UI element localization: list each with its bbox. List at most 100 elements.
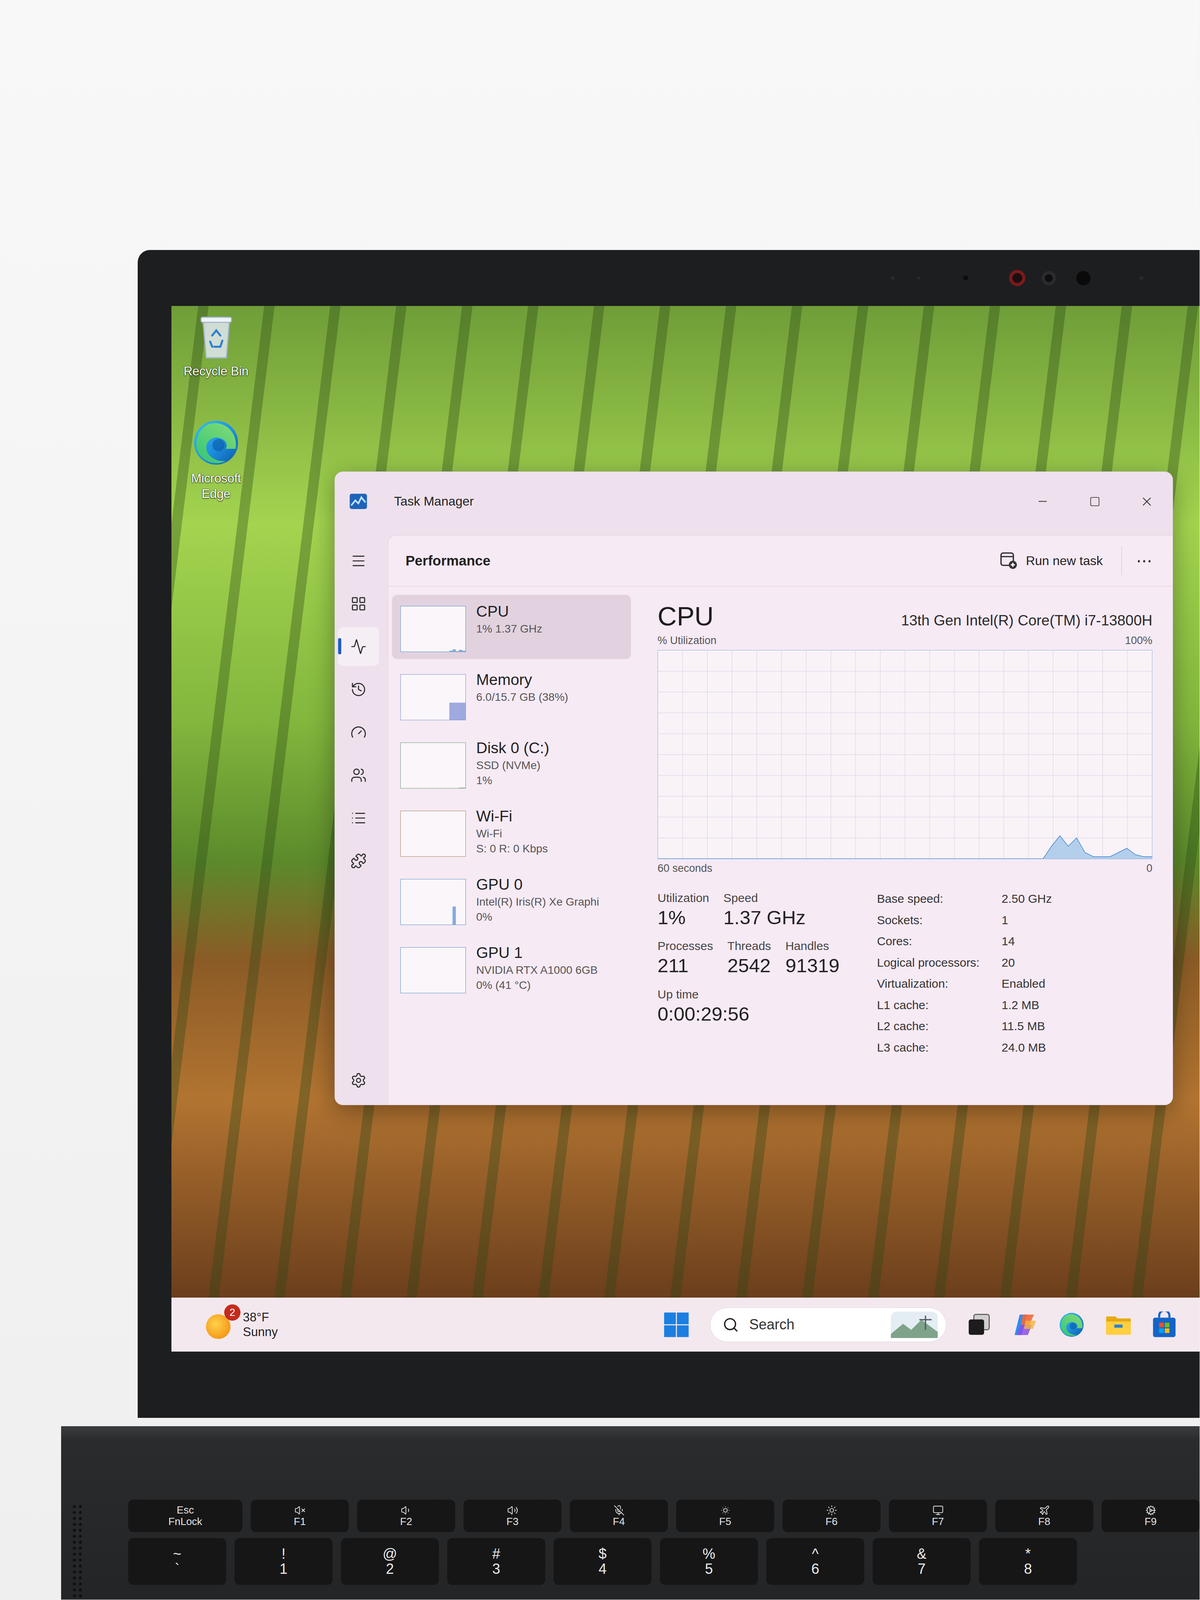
app-history-icon[interactable] (350, 681, 367, 698)
mini-graph-bar (455, 702, 460, 720)
minimize-button[interactable] (1016, 471, 1069, 531)
mini-graph-bar (436, 924, 440, 925)
function-key[interactable]: F3 (463, 1499, 562, 1533)
key-top-label: & (916, 1546, 927, 1562)
more-button[interactable]: ⋯ (1130, 551, 1159, 571)
mini-graph-bar (446, 719, 450, 720)
copilot-icon[interactable] (1011, 1311, 1039, 1339)
processes-icon[interactable] (350, 595, 367, 612)
camera-dot (1041, 271, 1056, 286)
mini-graph-bar (462, 992, 466, 993)
stat-row: Processes211Threads2542Handles91319 (657, 938, 867, 978)
number-key[interactable]: !1 (234, 1538, 333, 1585)
function-key[interactable]: F2 (357, 1499, 456, 1533)
mini-graph-bar (455, 651, 460, 652)
weather-widget[interactable]: 238°FSunny (171, 1309, 664, 1340)
device-item[interactable]: GPU 0Intel(R) Iris(R) Xe Graphi0% (392, 867, 631, 933)
key-top-label: # (492, 1546, 500, 1562)
number-key[interactable]: ^6 (766, 1538, 865, 1585)
desktop-icon[interactable]: Microsoft Edge (177, 418, 255, 502)
function-key[interactable]: F1 (250, 1499, 349, 1533)
stat: Processes211 (657, 938, 714, 978)
recycle-bin-icon[interactable] (194, 311, 238, 360)
nav-item[interactable] (338, 669, 379, 709)
number-key[interactable]: @2 (340, 1538, 439, 1585)
nav-item[interactable] (338, 626, 379, 666)
spec-label: L3 cache: (876, 1038, 1002, 1057)
device-item[interactable]: GPU 1NVIDIA RTX A1000 6GB0% (41 °C) (392, 936, 631, 1001)
device-mini-graph (400, 879, 466, 925)
device-item[interactable]: CPU1% 1.37 GHz (392, 594, 631, 660)
function-key[interactable]: F5 (676, 1499, 775, 1533)
close-icon[interactable] (1139, 494, 1154, 509)
number-key[interactable]: #3 (447, 1538, 546, 1585)
taskbar-search[interactable]: Search (709, 1307, 947, 1343)
page-title: Performance (405, 552, 491, 569)
microsoft-store-icon[interactable] (1151, 1311, 1177, 1339)
settings-icon[interactable] (350, 1072, 367, 1089)
number-key[interactable]: $4 (553, 1538, 652, 1585)
run-new-task-button[interactable]: Run new task (989, 548, 1114, 574)
nav-item[interactable] (338, 584, 379, 624)
mini-graph-bar (400, 992, 404, 993)
key-label: F9 (1144, 1515, 1157, 1528)
file-explorer-icon[interactable] (1105, 1312, 1132, 1337)
function-key[interactable]: F4 (569, 1499, 668, 1533)
window-body: Performance Run new task ⋯ CPU1% 1.37 GHzMe… (334, 530, 1173, 1105)
hamburger-icon[interactable] (350, 552, 367, 570)
y-axis-max: 100% (1125, 634, 1153, 647)
mini-graph-bar (413, 719, 418, 720)
mini-graph-bar (452, 906, 456, 925)
services-icon[interactable] (350, 852, 367, 870)
task-view-icon[interactable] (966, 1312, 992, 1337)
number-key[interactable]: *8 (978, 1538, 1077, 1585)
performance-icon[interactable] (350, 638, 367, 655)
minimize-icon[interactable] (1036, 494, 1050, 508)
device-item[interactable]: Wi-FiWi-FiS: 0 R: 0 Kbps (392, 799, 631, 864)
device-item[interactable]: Disk 0 (C:)SSD (NVMe)1% (392, 731, 631, 796)
settings-button[interactable] (338, 1060, 379, 1100)
users-icon[interactable] (350, 767, 367, 784)
close-button[interactable] (1120, 471, 1173, 531)
function-key[interactable]: F7 (888, 1499, 987, 1533)
number-key[interactable]: ~` (128, 1538, 227, 1585)
startup-apps-icon[interactable] (350, 724, 367, 741)
nav-item[interactable] (338, 712, 379, 752)
airplane-mode-icon (1038, 1504, 1050, 1516)
camera-dot (963, 275, 969, 281)
maximize-button[interactable] (1068, 471, 1121, 531)
mini-graph-bar (426, 855, 430, 857)
edge-taskbar-icon[interactable] (1058, 1311, 1085, 1339)
desktop-icon[interactable]: Recycle Bin (177, 311, 255, 380)
mini-graph-bar (433, 992, 437, 993)
details-icon[interactable] (350, 809, 367, 827)
mini-graph-bar (400, 924, 404, 925)
run-new-task-label: Run new task (1025, 553, 1103, 569)
function-key[interactable]: F6 (782, 1499, 881, 1533)
number-key[interactable]: %5 (659, 1538, 758, 1585)
function-key[interactable]: EscFnLock (128, 1499, 243, 1533)
search-icon[interactable] (722, 1316, 739, 1333)
mini-graph-bar (442, 855, 447, 857)
stat: Speed1.37 GHz (723, 890, 806, 930)
run-new-task-icon[interactable] (1000, 551, 1018, 570)
maximize-icon[interactable] (1089, 496, 1101, 508)
function-key[interactable]: F9 (1101, 1499, 1200, 1533)
mini-graph-bar (442, 651, 447, 652)
nav-item[interactable] (338, 841, 379, 881)
function-key[interactable]: F8 (995, 1499, 1094, 1533)
spec-label: L2 cache: (876, 1017, 1002, 1035)
mini-graph-bar (455, 855, 460, 857)
search-highlight-icon[interactable] (890, 1311, 938, 1339)
device-item[interactable]: Memory6.0/15.7 GB (38%) (392, 663, 631, 728)
edge-desktop-icon[interactable] (191, 418, 241, 468)
mini-graph-bar (462, 924, 466, 925)
number-key[interactable]: &7 (872, 1538, 971, 1585)
device-thumbnail (400, 878, 466, 925)
menu-button[interactable] (338, 541, 379, 581)
nav-item[interactable] (338, 798, 379, 838)
mini-graph-bar (452, 992, 456, 993)
mini-graph-bar (433, 787, 437, 789)
nav-item[interactable] (338, 755, 379, 795)
start-icon[interactable] (663, 1311, 690, 1339)
